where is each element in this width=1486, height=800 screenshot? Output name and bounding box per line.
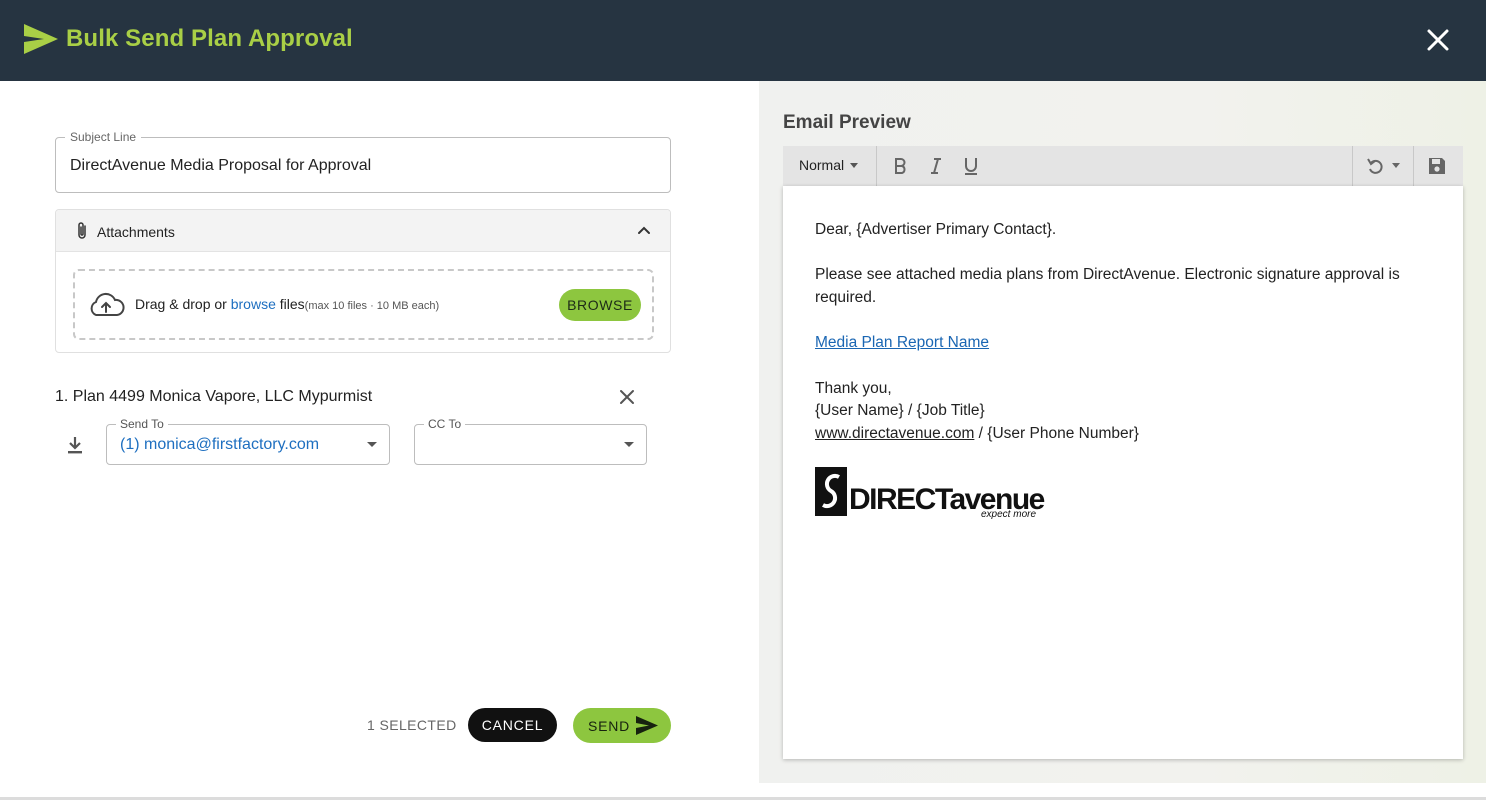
browse-link[interactable]: browse (231, 296, 276, 312)
undo-button[interactable] (1365, 155, 1405, 177)
cancel-button[interactable]: CANCEL (468, 708, 557, 742)
email-body[interactable]: Dear, {Advertiser Primary Contact}. Plea… (783, 186, 1463, 759)
editor-toolbar: Normal (783, 146, 1463, 186)
chevron-up-icon[interactable] (636, 223, 652, 239)
send-button-label: SEND (588, 718, 631, 734)
directavenue-logo: DIRECTavenue expect more (815, 467, 1045, 519)
browse-button[interactable]: BROWSE (559, 289, 641, 321)
caret-down-icon[interactable] (624, 442, 634, 447)
drop-prefix: Drag & drop or (135, 296, 227, 312)
close-icon[interactable] (1424, 26, 1452, 54)
send-to-value[interactable]: (1) monica@firstfactory.com (120, 436, 319, 454)
email-preview-title: Email Preview (783, 112, 911, 133)
plan-title: 1. Plan 4499 Monica Vapore, LLC Mypurmis… (55, 388, 373, 405)
report-link[interactable]: Media Plan Report Name (815, 331, 989, 354)
svg-text:expect more: expect more (981, 509, 1036, 519)
plan-settings-panel: Subject Line DirectAvenue Media Proposal… (0, 81, 759, 800)
caret-down-icon (1392, 163, 1400, 168)
file-drop-zone[interactable]: Drag & drop or browse files(max 10 files… (73, 269, 654, 340)
email-signoff: Thank you, (815, 380, 892, 397)
send-to-select[interactable]: Send To (1) monica@firstfactory.com (106, 417, 390, 465)
cc-to-label: CC To (424, 417, 466, 431)
text-style-value: Normal (799, 157, 845, 173)
email-body-line-1: Please see attached media plans from Dir… (815, 266, 1400, 283)
drop-instructions: Drag & drop or browse files(max 10 files… (135, 296, 439, 312)
dialog-title: Bulk Send Plan Approval (66, 25, 353, 52)
email-preview-panel: Email Preview Normal Dear, {Advertiser P… (759, 81, 1486, 783)
subject-line-label: Subject Line (65, 130, 142, 144)
subject-line-field[interactable]: Subject Line DirectAvenue Media Proposal… (55, 130, 671, 193)
subject-line-value[interactable]: DirectAvenue Media Proposal for Approval (70, 157, 371, 175)
download-icon[interactable] (66, 435, 84, 455)
paperclip-icon (78, 222, 86, 239)
text-style-select[interactable]: Normal (783, 146, 877, 186)
underline-icon[interactable] (960, 155, 982, 177)
caret-down-icon[interactable] (367, 442, 377, 447)
send-icon (636, 716, 658, 735)
phone-placeholder: / {User Phone Number} (974, 425, 1139, 442)
email-body-line-2: required. (815, 289, 877, 306)
cloud-upload-icon (90, 292, 125, 316)
toolbar-divider (1352, 146, 1353, 186)
undo-icon (1367, 158, 1383, 174)
cc-to-select[interactable]: CC To (414, 417, 647, 465)
dialog-header: Bulk Send Plan Approval (0, 0, 1486, 81)
drop-limits-note: (max 10 files · 10 MB each) (304, 300, 440, 312)
send-to-label: Send To (116, 417, 168, 431)
remove-plan-icon[interactable] (617, 387, 637, 407)
email-contact-line: www.directavenue.com / {User Phone Numbe… (815, 422, 1139, 445)
save-icon[interactable] (1427, 156, 1447, 176)
email-user-line: {User Name} / {Job Title} (815, 402, 985, 419)
attachments-title: Attachments (97, 224, 175, 240)
website-link[interactable]: www.directavenue.com (815, 425, 974, 442)
email-greeting: Dear, {Advertiser Primary Contact}. (815, 221, 1057, 238)
selected-count: 1 SELECTED (367, 717, 457, 733)
send-icon (24, 24, 58, 54)
italic-icon[interactable] (925, 155, 947, 177)
send-button[interactable]: SEND (573, 708, 671, 743)
toolbar-divider (1413, 146, 1414, 186)
bold-icon[interactable] (889, 155, 911, 177)
caret-down-icon (850, 163, 858, 168)
attachments-header[interactable]: Attachments (56, 210, 670, 252)
drop-suffix: files (279, 296, 305, 312)
attachments-panel: Attachments Drag & drop or browse files(… (55, 209, 671, 353)
